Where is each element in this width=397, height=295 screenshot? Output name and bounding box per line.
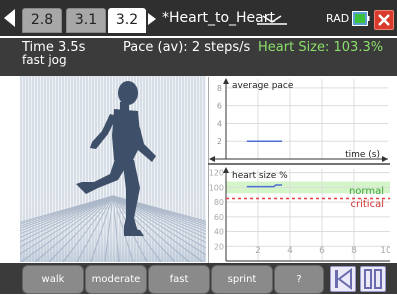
pace-y-tick: 4 xyxy=(217,119,222,128)
document-menu-chevron-icon[interactable] xyxy=(257,15,287,25)
moderate-button[interactable]: moderate xyxy=(85,265,147,294)
heart-y-tick: 80 xyxy=(214,198,224,207)
angle-mode-indicator: RAD xyxy=(326,12,350,25)
heart-x-tick: 8 xyxy=(351,246,357,256)
heart-x-tick: 4 xyxy=(287,246,293,256)
pause-button[interactable] xyxy=(360,266,386,292)
pace-x-axis-label: time (s) xyxy=(345,150,380,160)
ti-nspire-screen: 2.8 3.1 3.2 *Heart_to_Heart RAD Time 3.5… xyxy=(0,0,397,294)
heart-y-tick: 60 xyxy=(214,213,224,222)
control-bar: walk moderate fast sprint ? xyxy=(0,263,397,294)
fast-button[interactable]: fast xyxy=(148,265,210,294)
walk-button[interactable]: walk xyxy=(22,265,84,294)
skip-back-icon xyxy=(335,268,352,290)
previous-tab-arrow-icon[interactable] xyxy=(4,9,15,27)
tab-3-2[interactable]: 3.2 xyxy=(108,8,146,33)
tab-bar: 2.8 3.1 3.2 *Heart_to_Heart RAD xyxy=(0,0,397,36)
heart-y-tick: 100 xyxy=(209,183,224,192)
running-track xyxy=(20,195,206,262)
battery-icon xyxy=(352,11,370,26)
help-button[interactable]: ? xyxy=(274,265,324,294)
tab-2-8[interactable]: 2.8 xyxy=(22,8,62,33)
pace-y-tick: 8 xyxy=(217,84,222,93)
pause-icon xyxy=(364,269,382,289)
heart-y-tick: 120 xyxy=(209,169,224,178)
tab-3-1[interactable]: 3.1 xyxy=(66,8,106,33)
pace-y-tick: 2 xyxy=(217,137,222,146)
pace-y-tick: 6 xyxy=(217,102,222,111)
critical-zone-label: critical xyxy=(351,199,385,210)
close-icon[interactable] xyxy=(374,10,394,30)
heart-y-tick: 40 xyxy=(214,228,224,237)
heart-x-tick: 6 xyxy=(319,246,325,256)
heart-x-tick: 10 xyxy=(380,246,390,256)
sprint-button[interactable]: sprint xyxy=(211,265,273,294)
next-tab-arrow-icon[interactable] xyxy=(148,13,156,25)
activity-readout: fast jog xyxy=(22,53,67,67)
heart-size-readout: Heart Size: 103.3% xyxy=(258,40,384,55)
normal-zone-label: normal xyxy=(349,186,384,197)
pace-readout: Pace (av): 2 steps/s xyxy=(123,40,251,55)
pace-chart-title: average pace xyxy=(232,81,294,91)
runner-animation xyxy=(20,76,206,262)
status-header: Time 3.5s fast jog Pace (av): 2 steps/s … xyxy=(0,38,397,76)
heart-y-tick: 20 xyxy=(214,242,224,251)
reset-button[interactable] xyxy=(330,266,356,292)
heart-chart-title: heart size % xyxy=(232,171,288,181)
heart-x-tick: 2 xyxy=(255,246,261,256)
graph-panel: 8 6 4 2 average pace time (s) 120 100 80… xyxy=(208,77,390,263)
